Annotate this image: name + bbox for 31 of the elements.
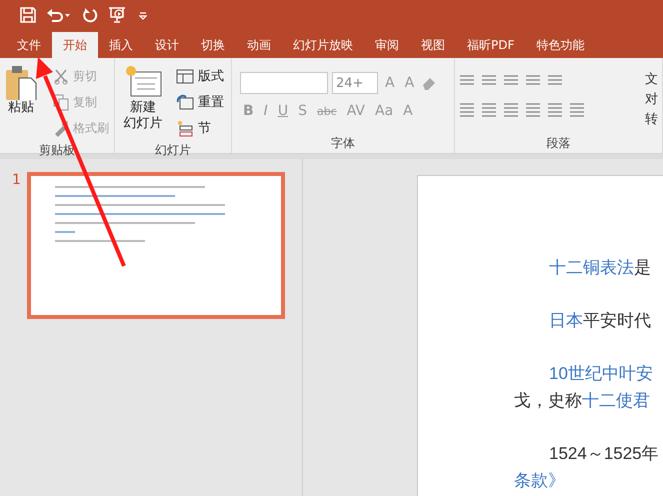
- ribbon-tab[interactable]: 文件: [6, 32, 52, 58]
- slide-text: 条款》: [513, 470, 566, 492]
- slide-text: 十二铜表法是: [548, 257, 652, 279]
- group-label: 剪贴板: [38, 142, 76, 159]
- slide-number: 1: [12, 172, 22, 190]
- slides-button[interactable]: 节: [173, 116, 227, 140]
- font-size-field[interactable]: 24+: [332, 72, 378, 94]
- ribbon-tab[interactable]: 开始: [52, 32, 98, 58]
- group-label: 段落: [545, 135, 572, 152]
- ribbon-tab[interactable]: 审阅: [364, 32, 410, 58]
- ribbon-tab[interactable]: 插入: [98, 32, 144, 58]
- ribbon-tab[interactable]: 幻灯片放映: [282, 32, 364, 58]
- slides-button[interactable]: 版式: [173, 64, 227, 88]
- ribbon-label: 文: [645, 71, 658, 88]
- ribbon-label: 转: [645, 111, 658, 128]
- ribbon-tab[interactable]: 特色功能: [525, 32, 596, 58]
- slide-text: 1524～1525年: [548, 443, 660, 465]
- new-slide-button[interactable]: 新建 幻灯片: [119, 62, 167, 140]
- slides-button[interactable]: 重置: [173, 90, 227, 114]
- group-label: 字体: [330, 135, 356, 152]
- paste-button[interactable]: 粘贴: [4, 62, 38, 140]
- ribbon-tab[interactable]: 视图: [410, 32, 456, 58]
- slide-text: 日本平安时代: [548, 310, 652, 332]
- ribbon-tab[interactable]: 动画: [236, 32, 282, 58]
- ribbon-tab[interactable]: 切换: [190, 32, 236, 58]
- slide-text: 戈，史称十二使君: [513, 390, 651, 412]
- slide-text: 10世纪中叶安: [548, 363, 654, 385]
- ribbon-tab[interactable]: 福昕PDF: [456, 32, 526, 58]
- ribbon-label: 对: [645, 91, 658, 108]
- group-label: 幻灯片: [154, 142, 192, 159]
- ribbon-tab[interactable]: 设计: [144, 32, 190, 58]
